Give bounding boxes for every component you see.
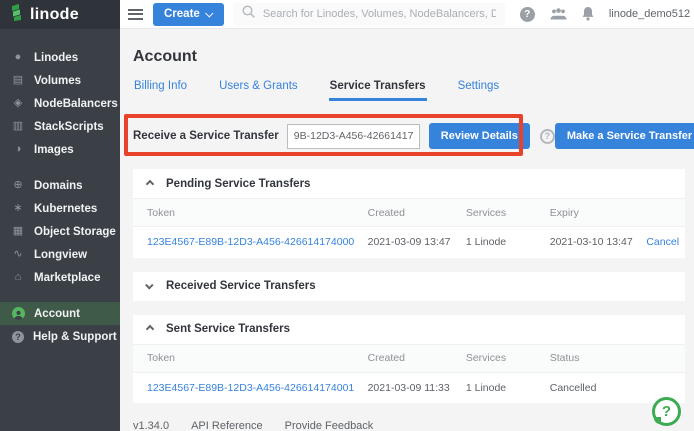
col-token: Token — [133, 344, 368, 372]
table-header-row: Token Created Services Status — [133, 344, 685, 372]
received-transfers-section: Received Service Transfers — [133, 272, 685, 301]
sidebar-item-longview[interactable]: ∿ Longview — [0, 243, 120, 266]
api-reference-link[interactable]: API Reference — [191, 420, 263, 431]
sidebar-item-nodebalancers[interactable]: ◈ NodeBalancers — [0, 92, 120, 115]
sidebar-nav: ● Linodes ▤ Volumes ◈ NodeBalancers ▥ St… — [0, 29, 120, 431]
collapse-chevron-icon — [146, 325, 154, 333]
hamburger-menu-icon[interactable] — [128, 9, 143, 20]
linode-logo-icon — [10, 4, 25, 26]
pending-token-link[interactable]: 123E4567-E89B-12D3-A456-426614174000 — [147, 236, 354, 248]
page-footer: v1.34.0 API Reference Provide Feedback — [133, 420, 685, 431]
col-services: Services — [466, 344, 550, 372]
longview-icon: ∿ — [11, 249, 25, 260]
tab-service-transfers[interactable]: Service Transfers — [329, 78, 427, 101]
table-row: 123E4567-E89B-12D3-A456-426614174000 202… — [133, 227, 685, 258]
pending-services-cell: 1 Linode — [466, 227, 550, 258]
search-icon — [242, 5, 255, 23]
domains-icon: ⊕ — [11, 180, 25, 191]
receive-transfer-bar: Receive a Service Transfer Review Detail… — [133, 122, 685, 150]
provide-feedback-link[interactable]: Provide Feedback — [285, 420, 374, 431]
sent-transfers-section: Sent Service Transfers Token Created Ser… — [133, 315, 685, 404]
pending-expiry-cell: 2021-03-10 13:47 — [550, 227, 647, 258]
images-icon: ◑ — [11, 144, 25, 155]
top-header: linode Create ? linode_demo512 — [0, 0, 694, 29]
review-details-button[interactable]: Review Details — [429, 123, 530, 149]
marketplace-icon: ⌂ — [11, 272, 25, 283]
sidebar-item-kubernetes[interactable]: ∗ Kubernetes — [0, 197, 120, 220]
receive-transfer-label: Receive a Service Transfer — [133, 130, 279, 142]
sent-services-cell: 1 Linode — [466, 372, 550, 403]
sidebar-item-object-storage[interactable]: ▦ Object Storage — [0, 220, 120, 243]
stackscripts-icon: ▥ — [11, 121, 25, 132]
linode-logo[interactable]: linode — [0, 0, 120, 29]
account-icon — [12, 307, 25, 320]
table-row: 123E4567-E89B-12D3-A456-426614174001 202… — [133, 372, 685, 403]
col-created: Created — [368, 344, 466, 372]
collapse-chevron-icon — [146, 179, 154, 187]
linodes-icon: ● — [11, 52, 25, 63]
search-input[interactable] — [263, 8, 496, 20]
sent-section-title: Sent Service Transfers — [166, 323, 290, 335]
create-button[interactable]: Create — [153, 3, 224, 26]
volumes-icon: ▤ — [11, 75, 25, 86]
tab-users-grants[interactable]: Users & Grants — [218, 78, 299, 101]
create-button-label: Create — [164, 8, 200, 20]
pending-created-cell: 2021-03-09 13:47 — [368, 227, 466, 258]
sent-token-link[interactable]: 123E4567-E89B-12D3-A456-426614174001 — [147, 382, 354, 394]
version-link[interactable]: v1.34.0 — [133, 420, 169, 431]
pending-section-title: Pending Service Transfers — [166, 178, 310, 190]
chevron-down-icon — [205, 9, 213, 17]
col-created: Created — [368, 199, 466, 227]
received-section-header[interactable]: Received Service Transfers — [133, 272, 685, 301]
sidebar-item-marketplace[interactable]: ⌂ Marketplace — [0, 266, 120, 289]
app-window: linode Create ? linode_demo512 — [0, 0, 694, 431]
col-services: Services — [466, 199, 550, 227]
col-expiry: Expiry — [550, 199, 647, 227]
topbar: Create ? linode_demo512 — [120, 0, 694, 29]
sidebar-item-linodes[interactable]: ● Linodes — [0, 46, 120, 69]
logo-text: linode — [30, 6, 79, 24]
account-tabs: Billing Info Users & Grants Service Tran… — [133, 78, 685, 101]
help-icon[interactable]: ? — [520, 7, 535, 22]
object-storage-icon: ▦ — [11, 226, 25, 237]
sent-created-cell: 2021-03-09 11:33 — [368, 372, 466, 403]
help-chat-button[interactable]: ? — [652, 397, 681, 426]
expand-chevron-icon — [145, 281, 153, 289]
received-section-title: Received Service Transfers — [166, 280, 316, 292]
transfer-token-input[interactable] — [287, 124, 420, 149]
sidebar-group-gap — [0, 161, 120, 174]
community-icon[interactable] — [550, 8, 567, 20]
cancel-transfer-link[interactable]: Cancel — [646, 236, 679, 248]
sidebar-group-gap — [0, 289, 120, 302]
pending-transfers-section: Pending Service Transfers Token Created … — [133, 169, 685, 258]
sidebar-item-stackscripts[interactable]: ▥ StackScripts — [0, 115, 120, 138]
kubernetes-icon: ∗ — [11, 203, 25, 214]
make-transfer-button[interactable]: Make a Service Transfer — [555, 123, 694, 149]
page-title: Account — [133, 48, 685, 66]
col-actions — [646, 199, 685, 227]
pending-section-header[interactable]: Pending Service Transfers — [133, 169, 685, 198]
sent-transfers-table: Token Created Services Status 123E4567-E… — [133, 344, 685, 404]
tab-billing-info[interactable]: Billing Info — [133, 78, 188, 101]
tab-settings[interactable]: Settings — [457, 78, 501, 101]
notifications-bell-icon[interactable] — [582, 7, 594, 21]
col-token: Token — [133, 199, 368, 227]
sidebar-item-domains[interactable]: ⊕ Domains — [0, 174, 120, 197]
help-icon: ? — [12, 331, 24, 343]
username-label[interactable]: linode_demo512 — [609, 8, 690, 20]
sidebar-item-help-support[interactable]: ? Help & Support — [0, 325, 120, 348]
main-content: Account Billing Info Users & Grants Serv… — [120, 29, 694, 431]
sidebar-item-account[interactable]: Account — [0, 302, 120, 325]
sidebar-item-volumes[interactable]: ▤ Volumes — [0, 69, 120, 92]
search-bar[interactable] — [233, 3, 505, 26]
col-status: Status — [550, 344, 685, 372]
sent-section-header[interactable]: Sent Service Transfers — [133, 315, 685, 344]
pending-transfers-table: Token Created Services Expiry 123E4567-E… — [133, 198, 685, 258]
sidebar-item-images[interactable]: ◑ Images — [0, 138, 120, 161]
transfer-help-icon[interactable]: ? — [540, 129, 555, 144]
nodebalancers-icon: ◈ — [11, 98, 25, 109]
table-header-row: Token Created Services Expiry — [133, 199, 685, 227]
